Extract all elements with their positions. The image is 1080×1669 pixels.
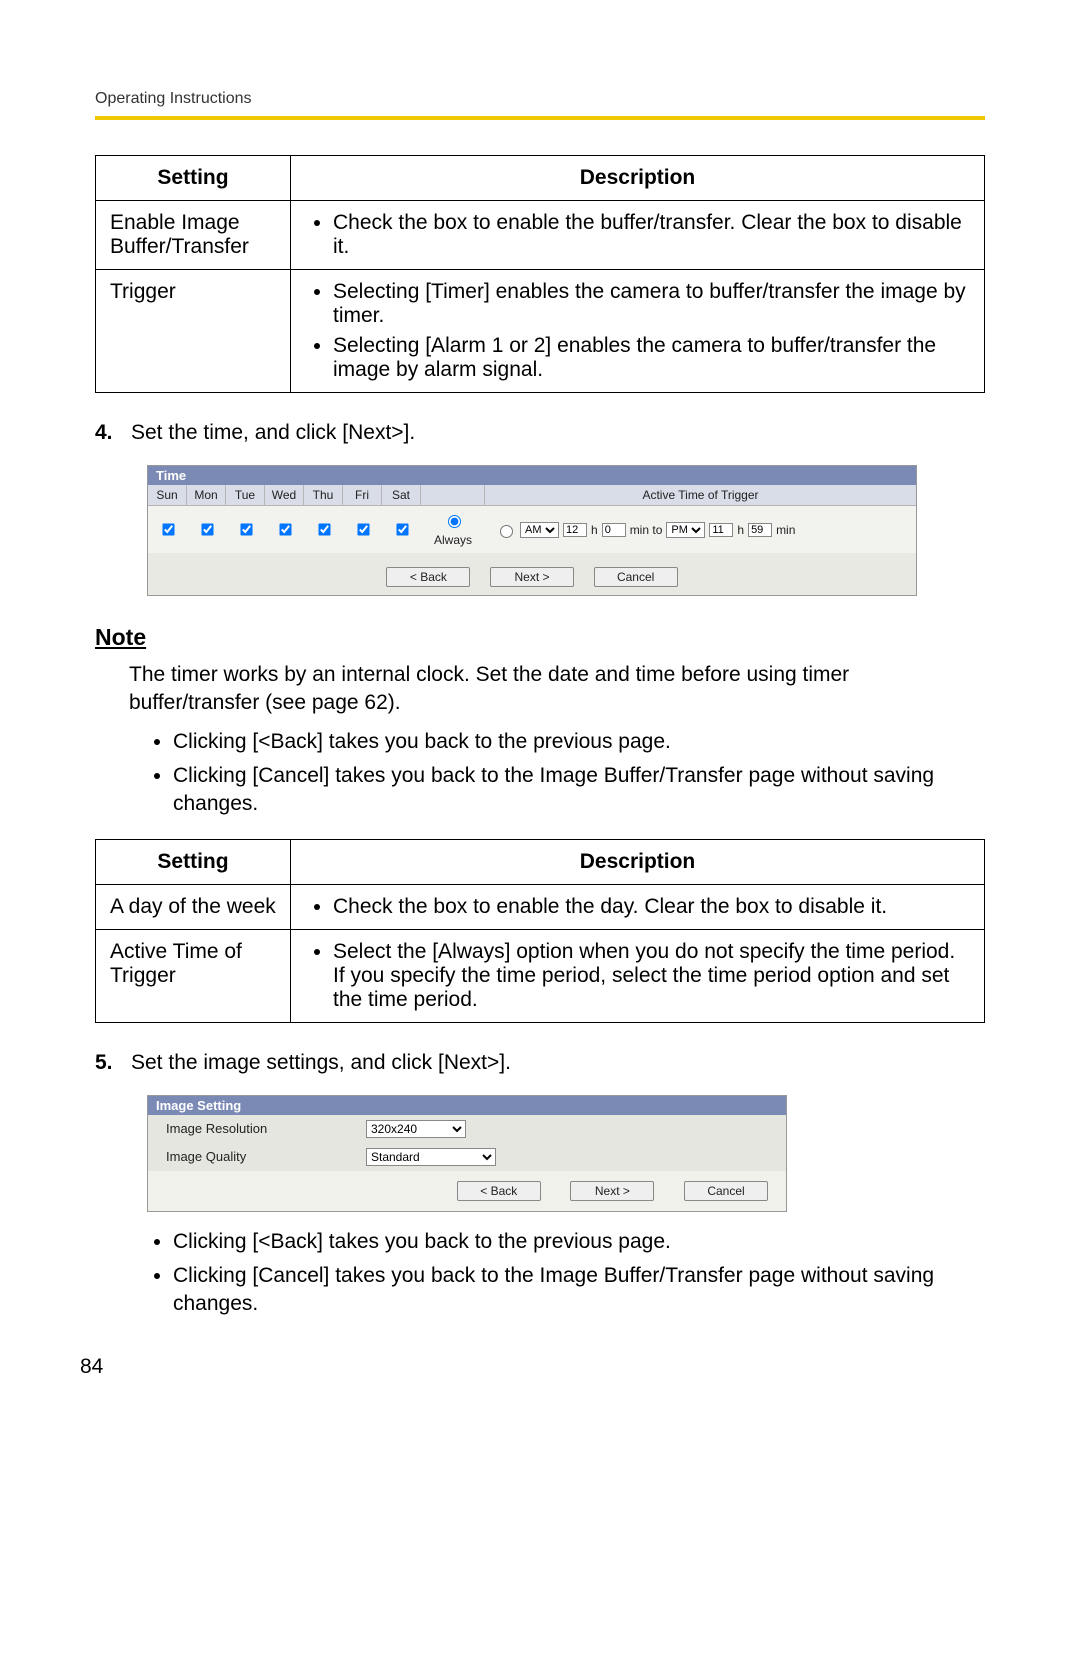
day-header-sat: Sat	[382, 485, 421, 505]
day-header-mon: Mon	[187, 485, 226, 505]
checkbox-sun[interactable]	[162, 523, 174, 535]
minto-label: min to	[630, 523, 663, 537]
page-number: 84	[80, 1355, 103, 1379]
h-label-2: h	[737, 523, 744, 537]
document-page: Operating Instructions Setting Descripti…	[0, 0, 1080, 1399]
checkbox-mon[interactable]	[201, 523, 213, 535]
desc-item: Check the box to enable the buffer/trans…	[333, 211, 970, 259]
radio-timerange[interactable]	[500, 525, 513, 538]
image-setting-panel: Image Setting Image Resolution 320x240 I…	[147, 1095, 787, 1212]
panel-title: Time	[148, 466, 916, 485]
setting-cell: Active Time of Trigger	[96, 929, 291, 1022]
header-label: Operating Instructions	[95, 90, 985, 108]
desc-cell: Check the box to enable the day. Clear t…	[291, 884, 985, 929]
day-header-sun: Sun	[148, 485, 187, 505]
day-header-thu: Thu	[304, 485, 343, 505]
next-button[interactable]: Next >	[490, 567, 574, 587]
step-text: Set the time, and click [Next>].	[131, 421, 985, 445]
checkbox-sat[interactable]	[396, 523, 408, 535]
desc-item: Check the box to enable the day. Clear t…	[333, 895, 970, 919]
resolution-select[interactable]: 320x240	[366, 1120, 466, 1138]
back-button[interactable]: < Back	[386, 567, 470, 587]
time-button-bar: < Back Next > Cancel	[148, 559, 916, 595]
time-range-cell: AM h min to PM h min	[485, 522, 916, 538]
settings-table-1: Setting Description Enable Image Buffer/…	[95, 155, 985, 393]
radio-always[interactable]	[448, 515, 461, 528]
checkbox-wed[interactable]	[279, 523, 291, 535]
quality-select[interactable]: Standard	[366, 1148, 496, 1166]
note-item: Clicking [<Back] takes you back to the p…	[173, 728, 985, 756]
th-description: Description	[291, 839, 985, 884]
cancel-button[interactable]: Cancel	[594, 567, 678, 587]
desc-item: Selecting [Timer] enables the camera to …	[333, 280, 970, 328]
note-list: Clicking [<Back] takes you back to the p…	[95, 728, 985, 819]
day-header-fri: Fri	[343, 485, 382, 505]
to-ampm-select[interactable]: PM	[666, 522, 705, 538]
settings-table-2: Setting Description A day of the week Ch…	[95, 839, 985, 1023]
step-number: 4.	[95, 421, 131, 445]
checkbox-fri[interactable]	[357, 523, 369, 535]
to-min-input[interactable]	[748, 523, 772, 537]
from-hour-input[interactable]	[563, 523, 587, 537]
image-resolution-row: Image Resolution 320x240	[148, 1115, 786, 1143]
table-row: Trigger Selecting [Timer] enables the ca…	[96, 270, 985, 393]
image-button-bar: < Back Next > Cancel	[148, 1171, 786, 1211]
post-list: Clicking [<Back] takes you back to the p…	[95, 1228, 985, 1319]
image-quality-row: Image Quality Standard	[148, 1143, 786, 1171]
checkbox-tue[interactable]	[240, 523, 252, 535]
th-setting: Setting	[96, 839, 291, 884]
header-rule	[95, 116, 985, 120]
note-body: The timer works by an internal clock. Se…	[129, 661, 985, 718]
table-row: Enable Image Buffer/Transfer Check the b…	[96, 201, 985, 270]
th-description: Description	[291, 156, 985, 201]
always-label: Always	[421, 533, 485, 547]
panel-title: Image Setting	[148, 1096, 786, 1115]
time-panel: Time Sun Mon Tue Wed Thu Fri Sat Active …	[147, 465, 917, 596]
desc-cell: Selecting [Timer] enables the camera to …	[291, 270, 985, 393]
to-hour-input[interactable]	[709, 523, 733, 537]
post-item: Clicking [<Back] takes you back to the p…	[173, 1228, 985, 1256]
resolution-label: Image Resolution	[166, 1121, 366, 1136]
step-number: 5.	[95, 1051, 131, 1075]
desc-item: Selecting [Alarm 1 or 2] enables the cam…	[333, 334, 970, 382]
desc-item: Select the [Always] option when you do n…	[333, 940, 970, 1012]
from-min-input[interactable]	[602, 523, 626, 537]
note-item: Clicking [Cancel] takes you back to the …	[173, 762, 985, 819]
note-heading: Note	[95, 624, 985, 651]
desc-cell: Select the [Always] option when you do n…	[291, 929, 985, 1022]
post-item: Clicking [Cancel] takes you back to the …	[173, 1262, 985, 1319]
quality-label: Image Quality	[166, 1149, 366, 1164]
desc-cell: Check the box to enable the buffer/trans…	[291, 201, 985, 270]
always-cell: Always	[421, 512, 485, 547]
th-setting: Setting	[96, 156, 291, 201]
back-button[interactable]: < Back	[457, 1181, 541, 1201]
time-body-row: Always AM h min to PM h min	[148, 506, 916, 553]
step-text: Set the image settings, and click [Next>…	[131, 1051, 985, 1075]
active-time-header: Active Time of Trigger	[485, 485, 916, 505]
step-4: 4. Set the time, and click [Next>].	[95, 421, 985, 445]
min-label: min	[776, 523, 795, 537]
day-header-wed: Wed	[265, 485, 304, 505]
setting-cell: A day of the week	[96, 884, 291, 929]
setting-cell: Trigger	[96, 270, 291, 393]
day-header-tue: Tue	[226, 485, 265, 505]
table-row: A day of the week Check the box to enabl…	[96, 884, 985, 929]
time-header-row: Sun Mon Tue Wed Thu Fri Sat Active Time …	[148, 485, 916, 506]
checkbox-thu[interactable]	[318, 523, 330, 535]
always-header-gap	[421, 485, 485, 505]
table-row: Active Time of Trigger Select the [Alway…	[96, 929, 985, 1022]
h-label: h	[591, 523, 598, 537]
setting-cell: Enable Image Buffer/Transfer	[96, 201, 291, 270]
step-5: 5. Set the image settings, and click [Ne…	[95, 1051, 985, 1075]
next-button[interactable]: Next >	[570, 1181, 654, 1201]
cancel-button[interactable]: Cancel	[684, 1181, 768, 1201]
from-ampm-select[interactable]: AM	[520, 522, 559, 538]
